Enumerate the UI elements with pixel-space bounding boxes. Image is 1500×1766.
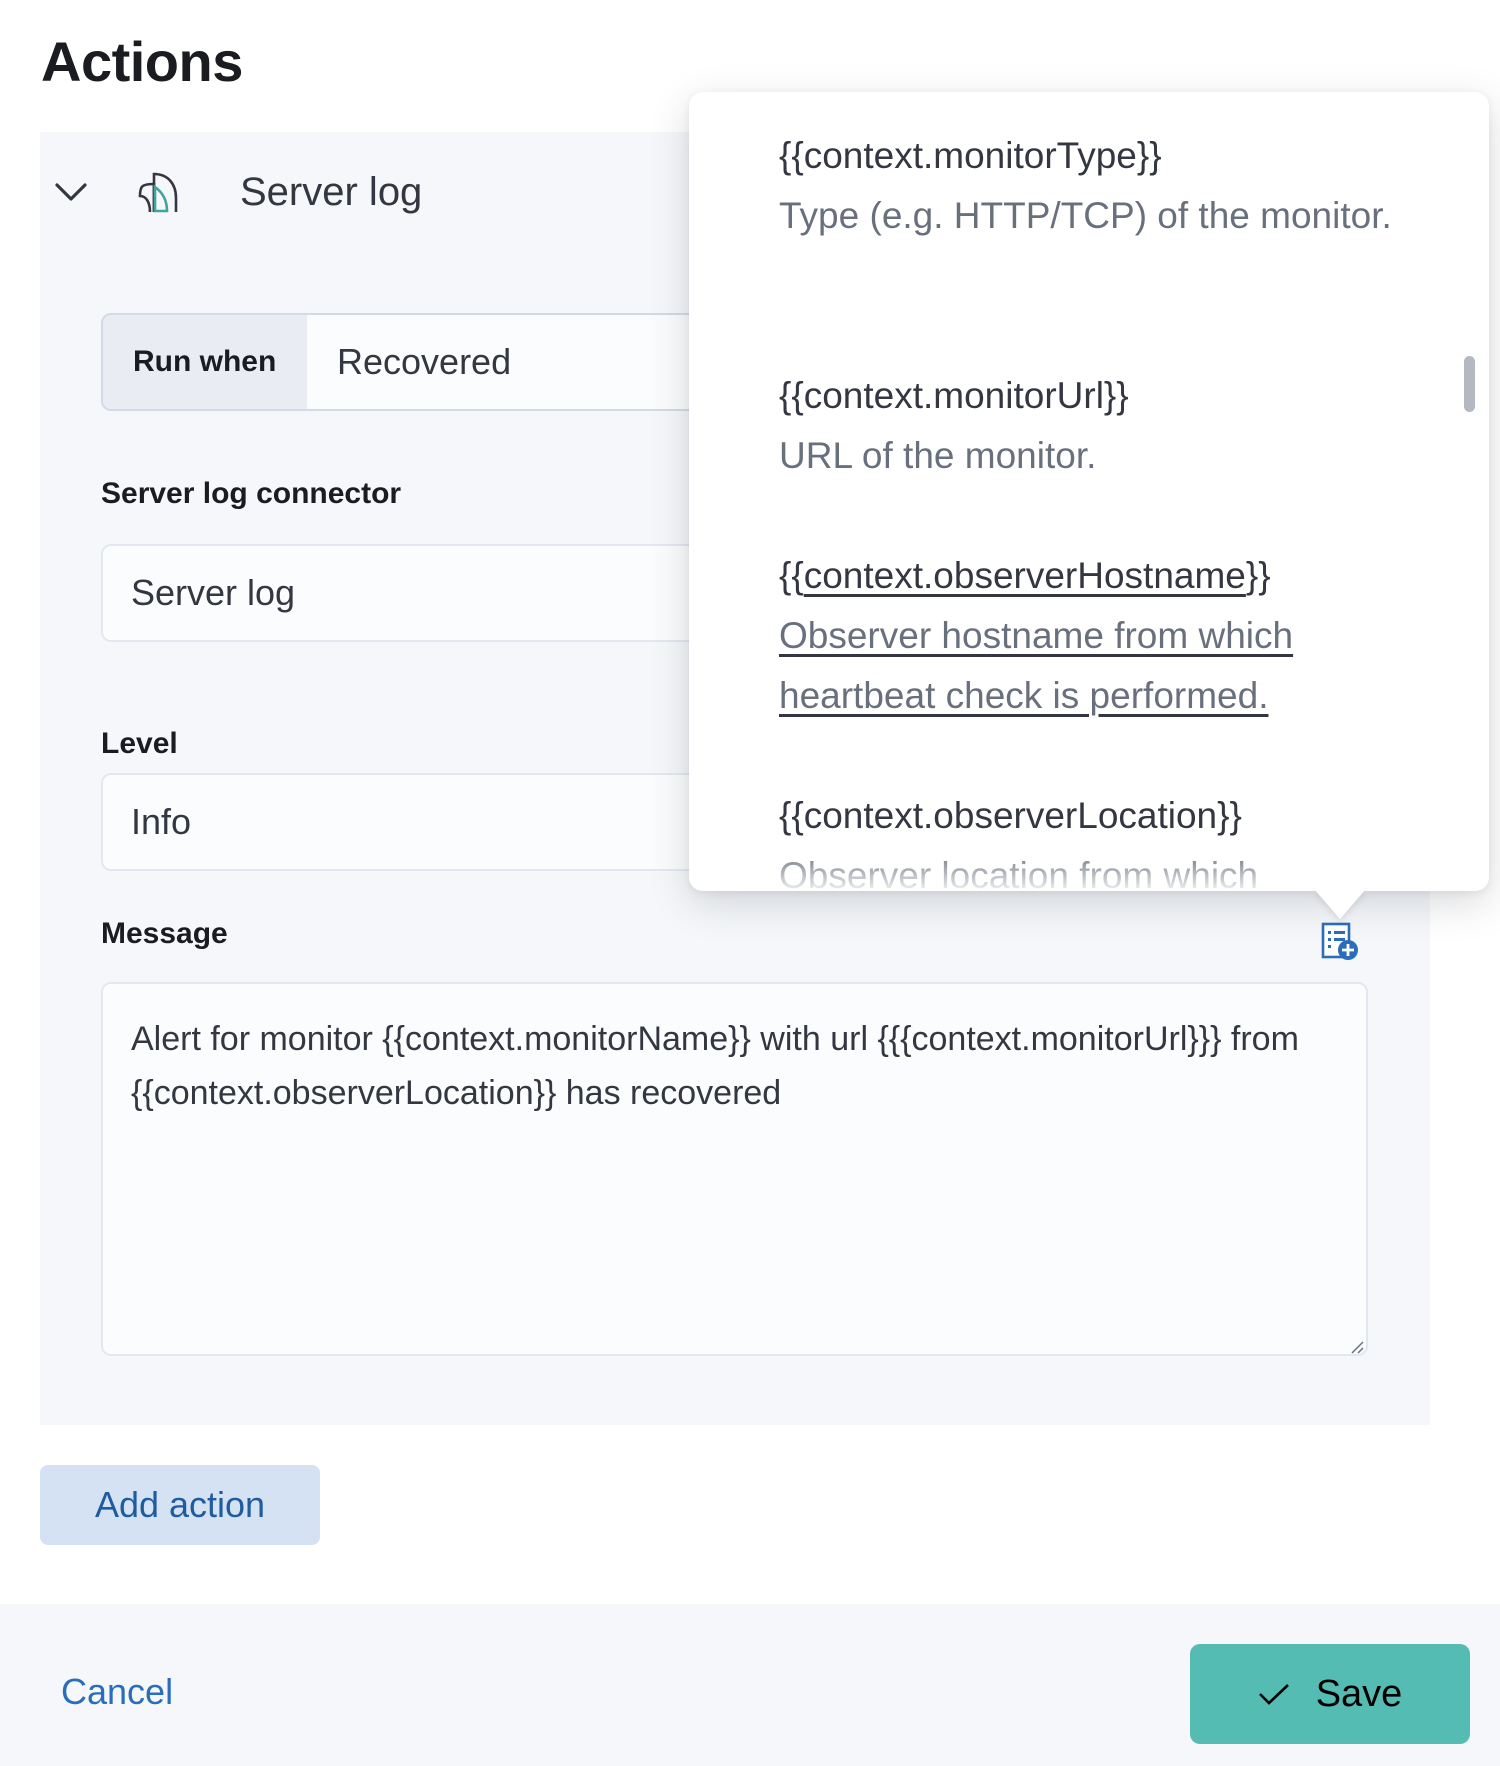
variables-popover: {{context.monitorType}} Type (e.g. HTTP/… [689,92,1489,891]
connector-label: Server log connector [101,477,402,510]
chevron-down-icon[interactable] [54,176,88,206]
popover-scrollbar[interactable] [1464,356,1475,412]
variable-name: {{context.observerLocation}} [779,795,1242,836]
save-button[interactable]: Save [1190,1644,1470,1744]
variable-description: Type (e.g. HTTP/TCP) of the monitor. [779,195,1392,236]
message-label: Message [101,917,228,950]
popover-arrow [1314,889,1366,919]
action-title[interactable]: Server log [240,166,422,218]
logs-app-icon [138,172,178,213]
variable-name: {{context.observerHostname}} [779,555,1271,596]
message-textarea[interactable]: Alert for monitor {{context.monitorName}… [101,982,1368,1356]
variable-name-inner: context.observerHostname [803,555,1246,596]
check-icon [1258,1684,1289,1705]
resize-handle-icon[interactable] [1350,1340,1364,1354]
variable-item[interactable]: {{context.monitorUrl}} URL of the monito… [779,366,1419,486]
variable-item[interactable]: {{context.observerLocation}} Observer lo… [779,786,1419,891]
level-label: Level [101,727,178,760]
save-label: Save [1315,1672,1403,1715]
run-when-label: Run when [103,315,307,409]
variable-description: Observer hostname from which heartbeat c… [779,615,1294,716]
variable-description: Observer location from which [779,855,1259,891]
page-title: Actions [41,30,243,93]
variable-item[interactable]: {{context.monitorType}} Type (e.g. HTTP/… [779,126,1419,246]
add-action-button[interactable]: Add action [40,1465,320,1545]
variable-description: URL of the monitor. [779,435,1097,476]
variable-item-hovered[interactable]: {{context.observerHostname}} Observer ho… [779,546,1419,726]
cancel-button[interactable]: Cancel [61,1668,173,1716]
add-variable-icon[interactable] [1320,921,1360,961]
variable-name: {{context.monitorUrl}} [779,375,1129,416]
variable-name: {{context.monitorType}} [779,135,1162,176]
